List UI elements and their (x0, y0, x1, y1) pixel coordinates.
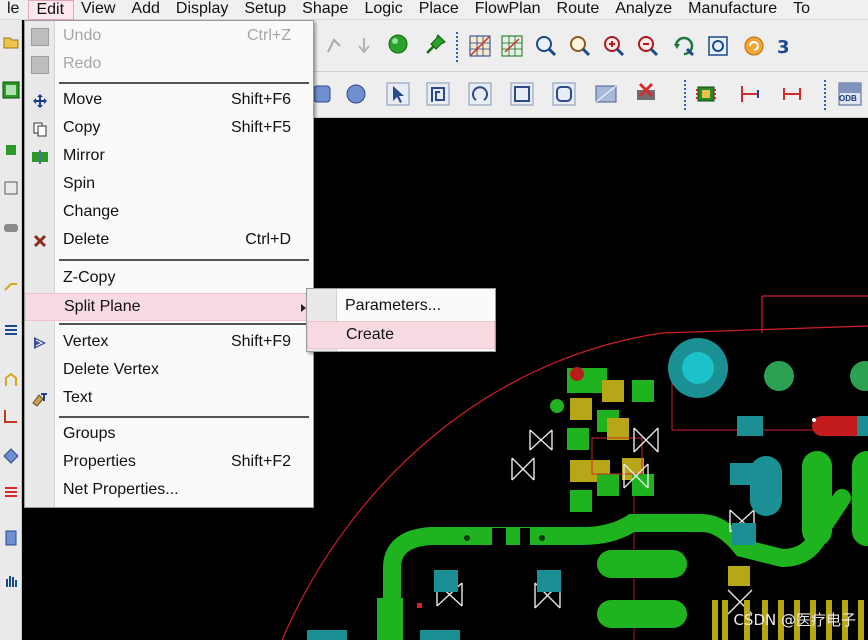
rectangle-icon[interactable] (508, 80, 536, 108)
menu-item-split-plane[interactable]: Split Plane (25, 293, 315, 321)
trace-icon[interactable] (2, 274, 20, 294)
menu-item-spin[interactable]: Spin (25, 171, 315, 199)
menu-separator (59, 416, 309, 418)
menu-item-properties[interactable]: Properties Shift+F2 (25, 449, 315, 477)
text-tool-icon (31, 390, 49, 408)
measure-icon[interactable] (778, 80, 806, 108)
toolbar-top: 3 (312, 20, 868, 72)
board-zoom-icon[interactable] (704, 32, 732, 60)
zoom-icon[interactable] (566, 32, 594, 60)
copy-icon (31, 120, 49, 138)
component-icon[interactable] (692, 80, 720, 108)
drill-icon[interactable] (2, 218, 20, 238)
zoom-in-icon[interactable] (600, 32, 628, 60)
circle-tool-icon[interactable] (342, 80, 370, 108)
split-plane-submenu: Parameters... Create (306, 288, 496, 352)
redo-icon (31, 56, 49, 74)
toolbar-separator (824, 80, 826, 110)
menu-logic[interactable]: Logic (357, 0, 411, 20)
path-icon[interactable] (424, 80, 452, 108)
dimension-icon[interactable] (736, 80, 764, 108)
toolbar-separator (684, 80, 686, 110)
pin-icon[interactable] (422, 30, 450, 58)
menu-separator (59, 82, 309, 84)
zoom-window-icon[interactable] (532, 32, 560, 60)
mirror-icon (31, 148, 49, 166)
menu-item-move[interactable]: Move Shift+F6 (25, 87, 315, 115)
vertex-icon (31, 334, 49, 352)
menu-item-vertex[interactable]: Vertex Shift+F9 (25, 329, 315, 357)
left-tool-strip (0, 20, 22, 640)
menu-item-net-properties[interactable]: Net Properties... (25, 477, 315, 505)
menu-item-change[interactable]: Change (25, 199, 315, 227)
menu-item-delete-vertex[interactable]: Delete Vertex (25, 357, 315, 385)
grid-icon[interactable] (466, 32, 494, 60)
watermark: CSDN @医疗电子 (733, 611, 856, 629)
move-icon (31, 92, 49, 110)
menu-setup[interactable]: Setup (237, 0, 295, 20)
menu-item-groups[interactable]: Groups (25, 421, 315, 449)
plane-icon[interactable] (592, 80, 620, 108)
menu-item-undo[interactable]: Undo Ctrl+Z (25, 23, 315, 51)
board-icon[interactable] (2, 80, 20, 100)
void-icon[interactable] (632, 78, 660, 106)
chip-icon[interactable] (2, 528, 20, 548)
menu-separator (59, 323, 309, 325)
unrats-icon[interactable] (320, 32, 348, 60)
layer-icon[interactable] (2, 320, 20, 340)
arc-icon[interactable] (466, 80, 494, 108)
submenu-item-parameters[interactable]: Parameters... (307, 293, 495, 321)
menu-item-delete[interactable]: Delete Ctrl+D (25, 227, 315, 255)
menu-add[interactable]: Add (124, 0, 168, 20)
menu-place[interactable]: Place (412, 0, 468, 20)
menu-shape[interactable]: Shape (295, 0, 357, 20)
menu-file[interactable]: le (0, 0, 28, 20)
toolbar-second: ODB (312, 72, 868, 118)
pad-icon[interactable] (2, 140, 20, 160)
select-arrow-icon[interactable] (384, 80, 412, 108)
redraw-icon[interactable] (740, 32, 768, 60)
design-grid-icon[interactable] (498, 32, 526, 60)
menu-item-redo[interactable]: Redo (25, 51, 315, 79)
hand-icon[interactable] (2, 570, 20, 590)
menu-item-text[interactable]: Text (25, 385, 315, 413)
undo-icon (31, 28, 49, 46)
menu-route[interactable]: Route (550, 0, 609, 20)
zoom-previous-icon[interactable] (670, 32, 698, 60)
open-folder-icon[interactable] (2, 32, 20, 52)
menu-view[interactable]: View (74, 0, 124, 20)
decal-icon[interactable] (2, 178, 20, 198)
menu-display[interactable]: Display (169, 0, 237, 20)
green-ball-icon[interactable] (384, 30, 412, 58)
menu-manufacture[interactable]: Manufacture (681, 0, 786, 20)
lines-icon[interactable] (2, 482, 20, 502)
odb-icon[interactable]: ODB (836, 80, 864, 108)
svg-text:3: 3 (777, 37, 790, 58)
menu-item-mirror[interactable]: Mirror (25, 143, 315, 171)
zoom-out-icon[interactable] (634, 32, 662, 60)
menu-item-z-copy[interactable]: Z-Copy (25, 265, 315, 293)
ruler-icon[interactable] (2, 406, 20, 426)
menu-item-copy[interactable]: Copy Shift+F5 (25, 115, 315, 143)
menu-analyze[interactable]: Analyze (608, 0, 681, 20)
menu-flowplan[interactable]: FlowPlan (468, 0, 550, 20)
round-rect-icon[interactable] (550, 80, 578, 108)
toolbar-separator (456, 32, 458, 62)
edit-menu: Undo Ctrl+Z Redo Move Shift+F6 Copy Shif… (24, 20, 315, 508)
menu-tools[interactable]: To (786, 0, 819, 20)
submenu-item-create[interactable]: Create (307, 321, 495, 349)
menu-bar: le Edit View Add Display Setup Shape Log… (0, 0, 868, 20)
delete-icon (31, 232, 49, 250)
diamond-icon[interactable] (2, 446, 20, 466)
odb-label: ODB (839, 94, 857, 103)
down-arrow-icon[interactable] (350, 32, 378, 60)
menu-separator (59, 259, 309, 261)
menu-edit[interactable]: Edit (28, 0, 75, 20)
route-icon[interactable] (2, 370, 20, 390)
three-d-icon[interactable]: 3 (772, 32, 800, 60)
